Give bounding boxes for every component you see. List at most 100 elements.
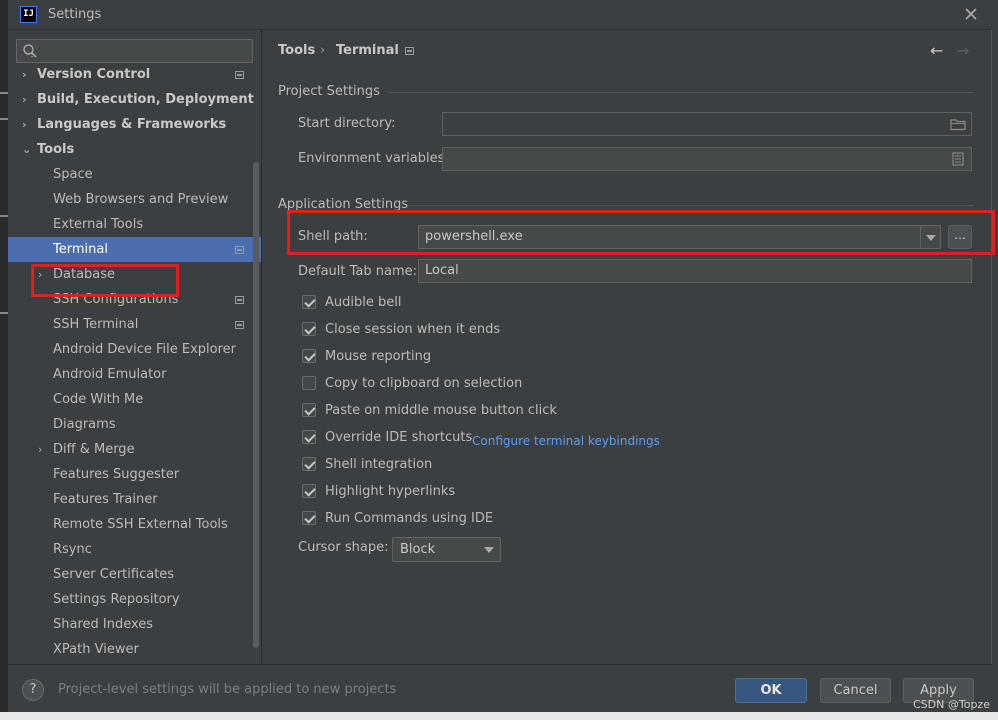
- sidebar-item-diagrams[interactable]: Diagrams: [8, 412, 261, 437]
- sidebar-item-web-browsers-and-preview[interactable]: Web Browsers and Preview: [8, 187, 261, 212]
- checkbox[interactable]: [302, 376, 316, 390]
- sidebar-item-label: Tools: [37, 142, 75, 157]
- ok-button[interactable]: OK: [735, 678, 807, 703]
- sidebar-item-code-with-me[interactable]: Code With Me: [8, 387, 261, 412]
- default-tab-name-label: Default Tab name:: [298, 264, 418, 279]
- settings-dialog: IJ Settings › Version Control › Build, Exec…: [8, 0, 995, 712]
- sidebar-item-tools[interactable]: ⌄ Tools: [8, 137, 261, 162]
- sidebar-item-android-emulator[interactable]: Android Emulator: [8, 362, 261, 387]
- sidebar-item-settings-repository[interactable]: Settings Repository: [8, 587, 261, 612]
- sidebar-item-label: XPath Viewer: [53, 642, 139, 657]
- project-scope-icon: [235, 246, 244, 254]
- default-tab-name-input[interactable]: Local: [418, 259, 972, 283]
- checkbox[interactable]: [302, 430, 316, 444]
- window-title: Settings: [48, 7, 102, 22]
- checkbox[interactable]: [302, 457, 316, 471]
- sidebar-item-label: Settings Repository: [53, 592, 180, 607]
- sidebar-item-label: Android Device File Explorer: [53, 342, 236, 357]
- watermark: CSDN @Topze: [913, 698, 990, 711]
- sidebar-item-label: Space: [53, 167, 93, 182]
- checkbox-label[interactable]: Run Commands using IDE: [325, 509, 493, 529]
- sidebar-item-space[interactable]: Space: [8, 162, 261, 187]
- sidebar-item-label: Code With Me: [53, 392, 144, 407]
- sidebar-item-label: Shared Indexes: [53, 617, 154, 632]
- sidebar-scrollbar[interactable]: [253, 162, 259, 648]
- sidebar-item-build-execution-deployment[interactable]: › Build, Execution, Deployment: [8, 87, 261, 112]
- project-scope-icon: [405, 47, 414, 55]
- checkbox-label[interactable]: Highlight hyperlinks: [325, 482, 455, 502]
- breadcrumb-separator: ›: [320, 43, 326, 58]
- checkbox[interactable]: [302, 511, 316, 525]
- settings-tree: › Version Control › Build, Execution, Deplo…: [8, 66, 261, 664]
- chevron-right-icon[interactable]: ›: [22, 66, 34, 87]
- chevron-right-icon[interactable]: ›: [38, 437, 50, 462]
- sidebar-item-label: Features Suggester: [53, 467, 180, 482]
- sidebar-item-rsync[interactable]: Rsync: [8, 537, 261, 562]
- checkbox[interactable]: [302, 484, 316, 498]
- background-window-edge-bottom: [0, 712, 998, 720]
- cancel-button[interactable]: Cancel: [820, 678, 891, 703]
- checkbox[interactable]: [302, 322, 316, 336]
- checkbox-label[interactable]: Mouse reporting: [325, 347, 431, 367]
- chevron-right-icon[interactable]: ›: [22, 87, 34, 112]
- checkbox-label[interactable]: Copy to clipboard on selection: [325, 374, 522, 394]
- title-bar: IJ Settings: [8, 0, 992, 30]
- checkbox-label[interactable]: Paste on middle mouse button click: [325, 401, 557, 421]
- forward-arrow-icon[interactable]: →: [956, 41, 969, 60]
- environment-variables-label: Environment variables:: [298, 151, 449, 166]
- background-window-edge: [0, 0, 8, 720]
- sidebar-item-android-device-file-explorer[interactable]: Android Device File Explorer: [8, 337, 261, 362]
- chevron-down-icon[interactable]: ⌄: [22, 137, 34, 162]
- dialog-footer: ? Project-level settings will be applied…: [8, 664, 992, 712]
- sidebar-item-version-control[interactable]: › Version Control: [8, 66, 261, 87]
- close-icon: [965, 8, 977, 20]
- terminal-settings-panel: Tools › Terminal ← → Project Settings St…: [262, 30, 995, 664]
- sidebar-item-label: Diff & Merge: [53, 442, 135, 457]
- breadcrumb-terminal: Terminal: [336, 43, 399, 58]
- close-button[interactable]: [962, 5, 980, 23]
- settings-search-input[interactable]: [16, 39, 253, 63]
- back-arrow-icon[interactable]: ←: [930, 41, 943, 60]
- sidebar-item-features-suggester[interactable]: Features Suggester: [8, 462, 261, 487]
- sidebar-item-server-certificates[interactable]: Server Certificates: [8, 562, 261, 587]
- cursor-shape-select[interactable]: Block: [392, 537, 501, 562]
- environment-variables-field[interactable]: [442, 147, 972, 171]
- checkbox[interactable]: [302, 403, 316, 417]
- sidebar-item-xpath-viewer[interactable]: XPath Viewer: [8, 637, 261, 662]
- sidebar-item-diff-merge[interactable]: › Diff & Merge: [8, 437, 261, 462]
- project-scope-icon: [235, 71, 244, 79]
- section-separator: [388, 92, 974, 93]
- sidebar-item-label: Remote SSH External Tools: [53, 517, 228, 532]
- edit-list-icon[interactable]: [950, 152, 966, 166]
- intellij-app-icon: IJ: [20, 6, 37, 23]
- chevron-down-icon: [484, 547, 494, 553]
- checkbox[interactable]: [302, 295, 316, 309]
- sidebar-item-label: Android Emulator: [53, 367, 167, 382]
- project-settings-heading: Project Settings: [278, 84, 380, 99]
- sidebar-item-remote-ssh-external-tools[interactable]: Remote SSH External Tools: [8, 512, 261, 537]
- project-scope-icon: [235, 321, 244, 329]
- start-directory-field[interactable]: [442, 112, 972, 136]
- checkbox-label[interactable]: Shell integration: [325, 455, 432, 475]
- sidebar-item-label: Build, Execution, Deployment: [37, 92, 254, 107]
- sidebar-item-label: Web Browsers and Preview: [53, 192, 229, 207]
- checkbox-label[interactable]: Audible bell: [325, 293, 401, 313]
- sidebar-item-ssh-terminal[interactable]: SSH Terminal: [8, 312, 261, 337]
- checkbox-label[interactable]: Close session when it ends: [325, 320, 500, 340]
- sidebar-item-features-trainer[interactable]: Features Trainer: [8, 487, 261, 512]
- project-scope-icon: [235, 296, 244, 304]
- folder-icon[interactable]: [950, 117, 966, 131]
- checkbox-label[interactable]: Override IDE shortcuts: [325, 428, 472, 448]
- chevron-right-icon[interactable]: ›: [22, 112, 34, 137]
- configure-keybindings-link[interactable]: Configure terminal keybindings: [472, 431, 660, 451]
- sidebar-item-terminal[interactable]: Terminal: [8, 237, 261, 262]
- help-button[interactable]: ?: [22, 679, 44, 701]
- breadcrumb-tools[interactable]: Tools: [278, 43, 315, 58]
- sidebar-item-label: Terminal: [53, 242, 108, 257]
- sidebar-item-shared-indexes[interactable]: Shared Indexes: [8, 612, 261, 637]
- sidebar-item-languages-frameworks[interactable]: › Languages & Frameworks: [8, 112, 261, 137]
- footer-note: Project-level settings will be applied t…: [58, 682, 397, 697]
- sidebar-item-external-tools[interactable]: External Tools: [8, 212, 261, 237]
- checkbox[interactable]: [302, 349, 316, 363]
- cursor-shape-label: Cursor shape:: [298, 540, 389, 555]
